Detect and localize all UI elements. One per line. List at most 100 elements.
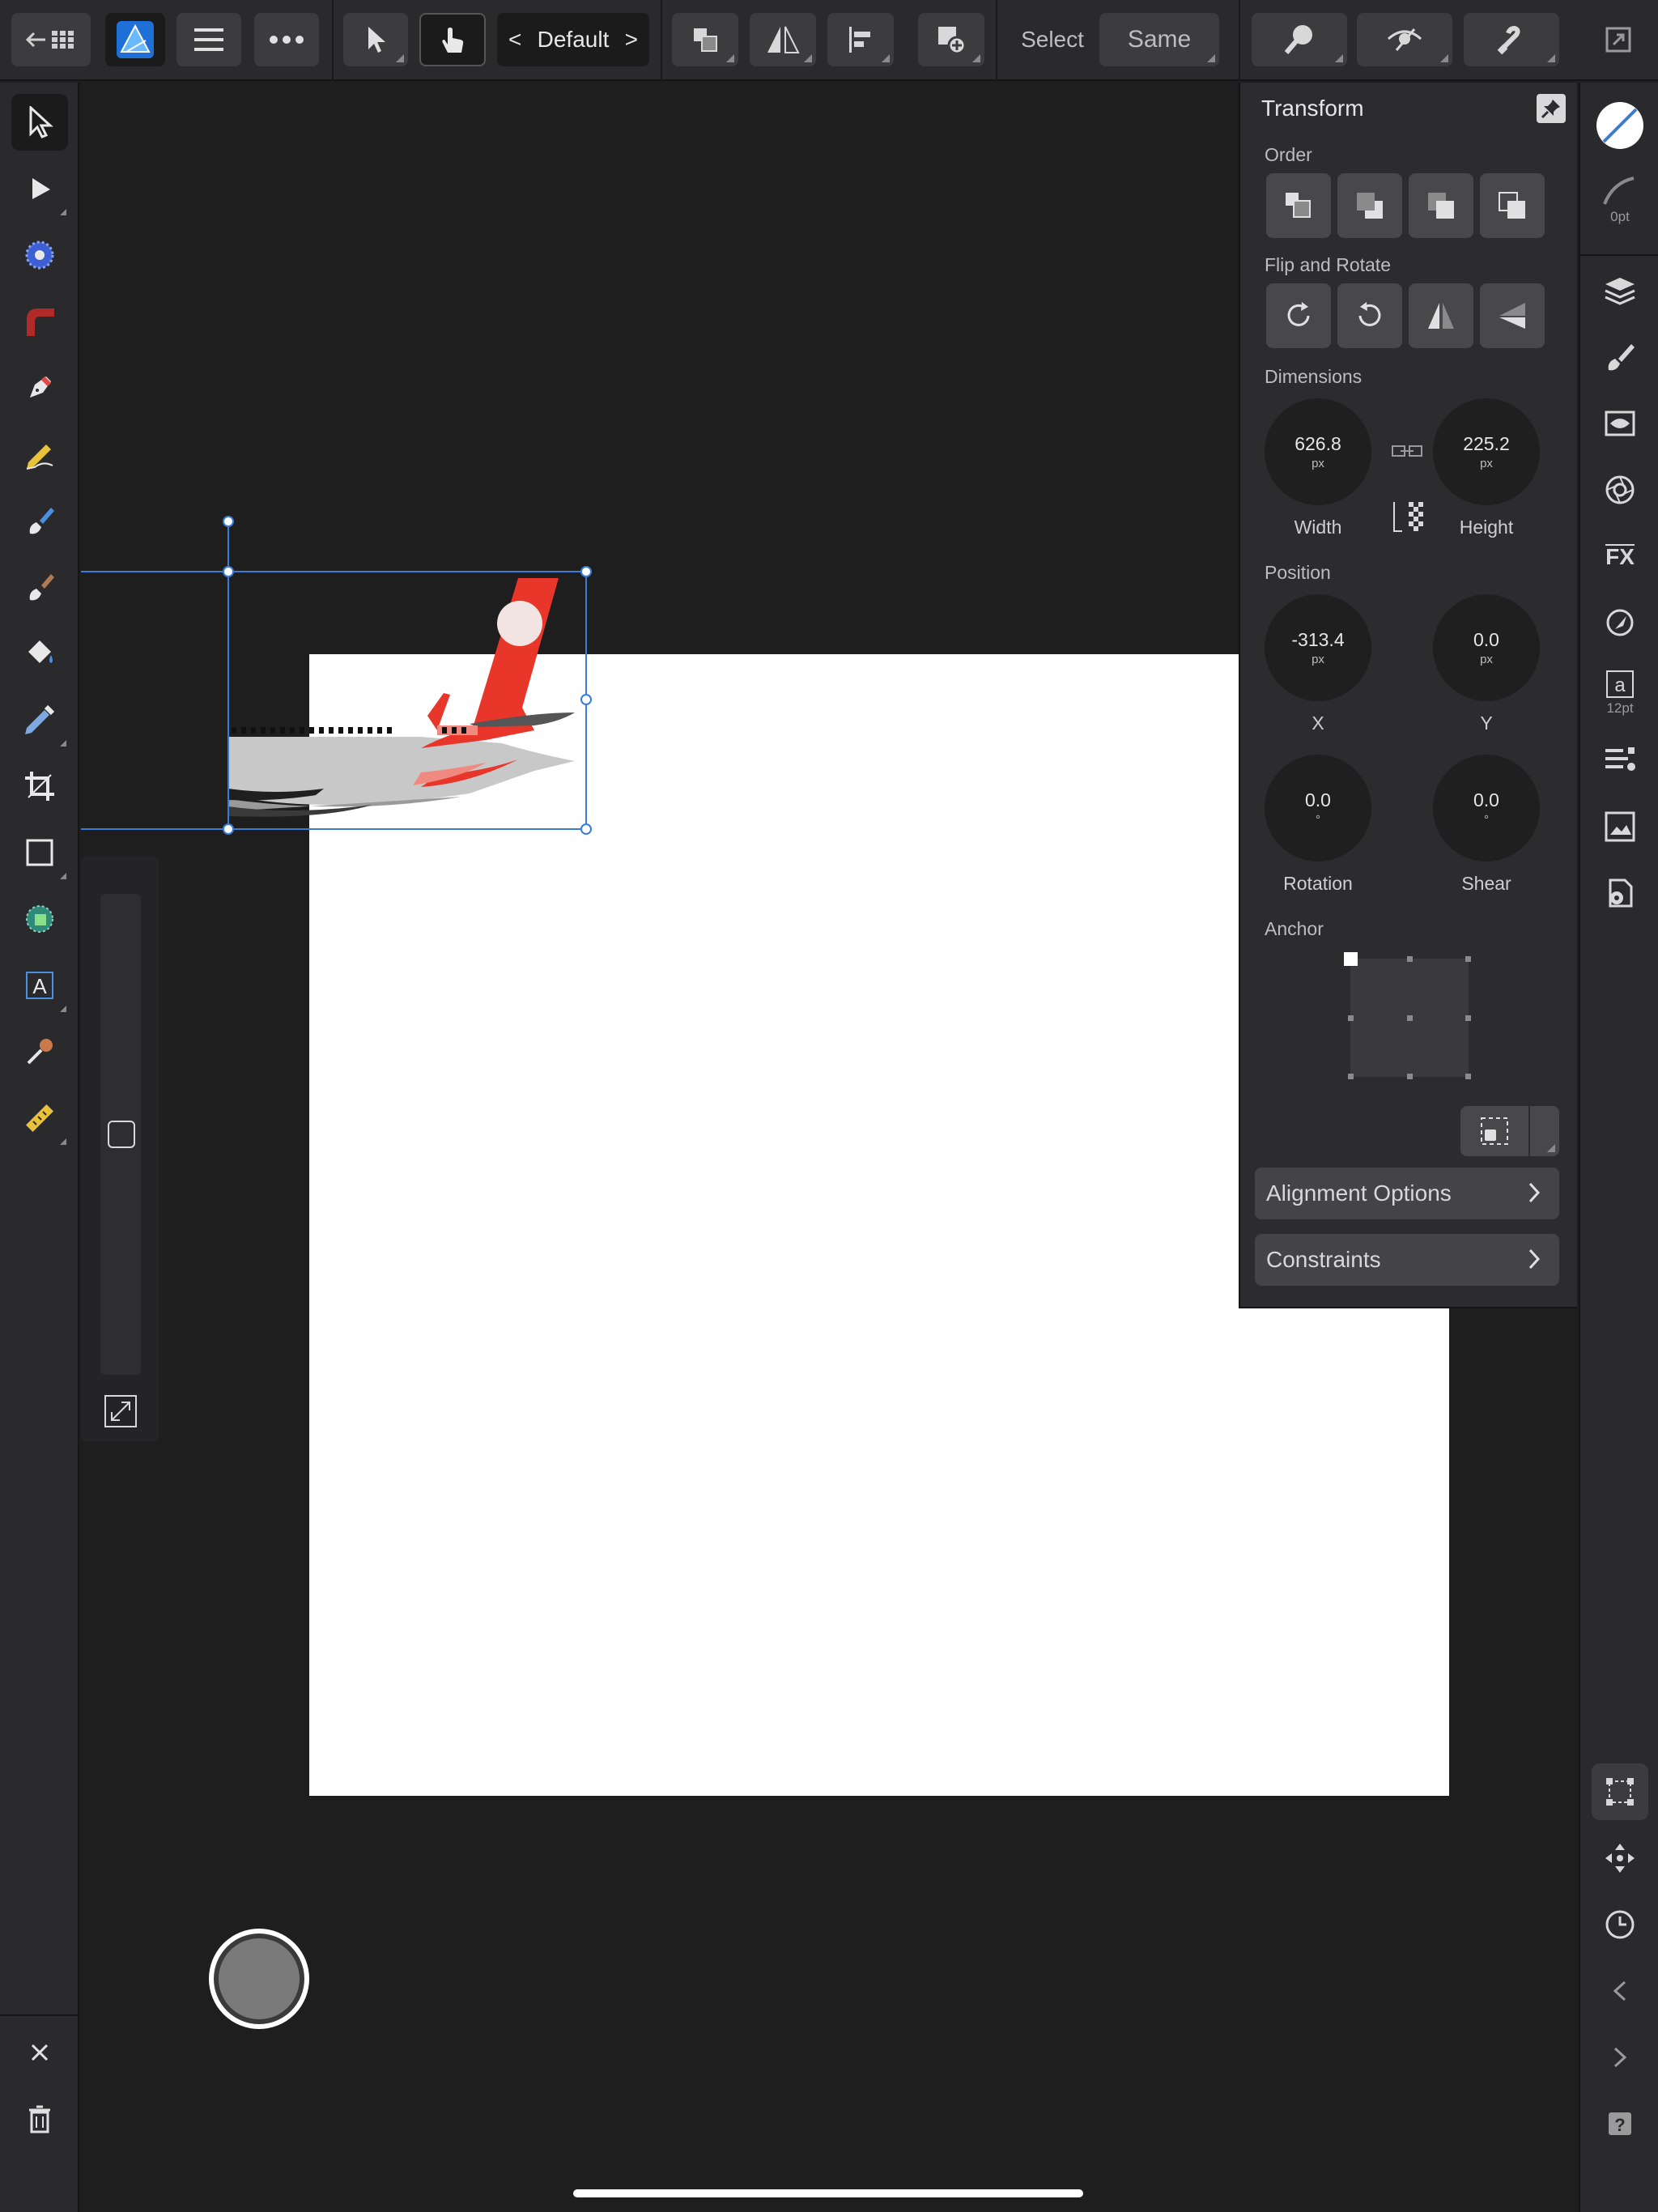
view-quality-button[interactable] — [1252, 13, 1347, 66]
pin-panel-button[interactable] — [1537, 94, 1566, 123]
redo-button[interactable] — [1592, 2029, 1648, 2086]
trash-icon — [29, 2105, 50, 2133]
transparency-tool[interactable] — [11, 691, 68, 748]
rotate-counterclockwise-button[interactable] — [1337, 283, 1402, 348]
crop-tool[interactable] — [11, 758, 68, 815]
pen-tool[interactable] — [11, 359, 68, 416]
transform-studio[interactable] — [1592, 1763, 1648, 1820]
delete-button[interactable] — [11, 2091, 68, 2147]
pencil-tool[interactable] — [11, 426, 68, 483]
x-position-dial[interactable]: -313.4 px — [1265, 594, 1371, 701]
order-label: Order — [1265, 144, 1312, 165]
measure-tool[interactable] — [11, 1090, 68, 1146]
back-to-gallery-button[interactable] — [11, 13, 91, 66]
move-back-one-button[interactable] — [1337, 173, 1402, 238]
fullscreen-button[interactable] — [1588, 13, 1648, 66]
select-same-button[interactable]: Same — [1099, 13, 1219, 66]
hand-touch-icon — [442, 28, 464, 53]
scale-with-object-toggle[interactable] — [1391, 500, 1425, 537]
select-mode-button[interactable] — [343, 13, 408, 66]
paragraph-studio[interactable] — [1592, 732, 1648, 789]
text-style-icon: a — [1606, 670, 1634, 698]
gallery-icon — [25, 31, 74, 49]
context-preset-selector[interactable]: < Default > — [497, 13, 649, 66]
more-button[interactable] — [254, 13, 319, 66]
app-root: < Default > Select Same A 0pt FX a 12pt … — [0, 0, 1658, 2212]
brushes-studio[interactable] — [1592, 329, 1648, 385]
paint-bucket-icon — [28, 640, 53, 663]
flip-horizontal-button[interactable] — [1409, 283, 1473, 348]
move-to-back-button[interactable] — [1266, 173, 1331, 238]
expand-diagonal-button[interactable] — [104, 1394, 138, 1428]
move-tool[interactable] — [11, 94, 68, 151]
transform-origin-button[interactable] — [1460, 1106, 1559, 1156]
move-arrows-icon — [1605, 1844, 1635, 1873]
color-picker-tool[interactable] — [11, 1023, 68, 1080]
help-button[interactable]: ? — [1592, 2095, 1648, 2152]
contour-tool[interactable] — [11, 227, 68, 283]
assets-studio[interactable] — [1592, 798, 1648, 855]
navigator-studio[interactable] — [1592, 1830, 1648, 1887]
rotate-clockwise-button[interactable] — [1266, 283, 1331, 348]
svg-text:FX: FX — [1605, 544, 1635, 569]
document-settings-studio[interactable] — [1592, 865, 1648, 921]
shear-dial[interactable]: 0.0 ° — [1433, 755, 1540, 861]
prev-preset-chevron-icon[interactable]: < — [508, 27, 521, 53]
arrange-button[interactable] — [672, 13, 738, 66]
flip-button[interactable] — [750, 13, 816, 66]
home-indicator[interactable] — [573, 2189, 1083, 2197]
designer-persona-button[interactable] — [105, 13, 165, 66]
constraints-expander[interactable]: Constraints — [1255, 1234, 1559, 1286]
rounded-square-icon[interactable] — [108, 1121, 135, 1148]
pixel-brush-tool[interactable] — [11, 559, 68, 615]
corner-tool[interactable] — [11, 293, 68, 350]
view-mode-button[interactable] — [1357, 13, 1452, 66]
stroke-swatch[interactable]: 0pt — [1592, 164, 1648, 236]
color-studio[interactable] — [1592, 594, 1648, 651]
snapping-button[interactable] — [1464, 13, 1559, 66]
history-studio[interactable] — [1592, 1896, 1648, 1953]
rotation-dial[interactable]: 0.0 ° — [1265, 755, 1371, 861]
flip-v-icon — [1499, 303, 1525, 329]
close-button[interactable] — [11, 2024, 68, 2081]
menu-button[interactable] — [176, 13, 241, 66]
fill-swatch[interactable] — [1592, 97, 1648, 154]
node-tool[interactable] — [11, 160, 68, 217]
effects-studio[interactable] — [1592, 462, 1648, 518]
text-frame-icon: A — [26, 972, 53, 999]
layers-studio[interactable] — [1592, 262, 1648, 319]
text-styles-studio[interactable]: a 12pt — [1592, 661, 1648, 725]
undo-button[interactable] — [1592, 1963, 1648, 2019]
move-to-front-button[interactable] — [1480, 173, 1545, 238]
pencil-icon — [26, 445, 53, 470]
move-forward-one-button[interactable] — [1409, 173, 1473, 238]
alignment-options-expander[interactable]: Alignment Options — [1255, 1168, 1559, 1219]
command-controller-button[interactable] — [209, 1929, 309, 2029]
contextual-slider-panel — [81, 857, 159, 1441]
chevron-left-icon — [1613, 1980, 1626, 2001]
anchor-top-left-selected[interactable] — [1344, 952, 1358, 966]
strip-divider — [1580, 254, 1658, 256]
y-position-dial[interactable]: 0.0 px — [1433, 594, 1540, 701]
vector-brush-tool[interactable] — [11, 492, 68, 549]
width-dial[interactable]: 626.8 px — [1265, 398, 1371, 505]
gradient-pencil-icon — [25, 704, 55, 734]
next-preset-chevron-icon[interactable]: > — [625, 27, 638, 53]
insert-button[interactable] — [918, 13, 984, 66]
toolbar-divider — [996, 0, 997, 81]
fill-tool[interactable] — [11, 625, 68, 682]
fx-studio[interactable]: FX — [1592, 528, 1648, 585]
airplane-image[interactable] — [228, 578, 575, 817]
flip-vertical-button[interactable] — [1480, 283, 1545, 348]
lock-aspect-toggle[interactable] — [1391, 442, 1423, 464]
align-button[interactable] — [827, 13, 894, 66]
rectangle-tool[interactable] — [11, 824, 68, 881]
height-dial[interactable]: 225.2 px — [1433, 398, 1540, 505]
adjustments-studio[interactable] — [1592, 395, 1648, 452]
anchor-grid[interactable] — [1341, 949, 1478, 1087]
touch-gesture-button[interactable] — [419, 13, 486, 66]
studio-strip: 0pt FX a 12pt ? — [1579, 83, 1658, 2212]
frame-text-tool[interactable]: A — [11, 957, 68, 1014]
paint-brush-icon — [29, 574, 54, 601]
shape-builder-tool[interactable] — [11, 891, 68, 947]
